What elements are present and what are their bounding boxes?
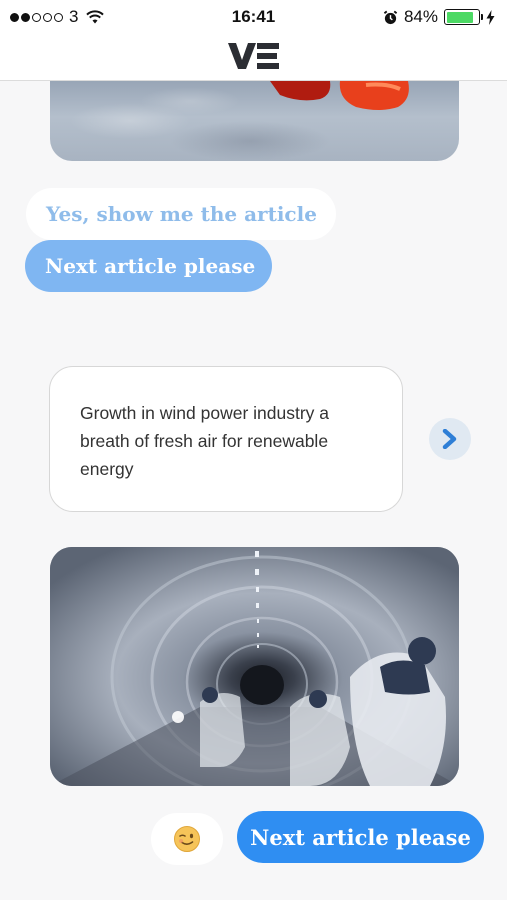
- app-header: [0, 32, 507, 81]
- chevron-right-icon: [442, 429, 457, 449]
- tunnel-photo: [50, 547, 459, 786]
- emoji-reply-button[interactable]: [151, 813, 223, 865]
- winking-face-icon: [174, 826, 200, 852]
- next-article-arrow[interactable]: [429, 418, 471, 460]
- logo-letter-e: [257, 43, 279, 69]
- status-right: 84%: [383, 7, 495, 27]
- reply-yes-button[interactable]: Yes, show me the article: [26, 188, 336, 240]
- article-title: Growth in wind power industry a breath o…: [80, 403, 329, 479]
- ve-logo: [228, 43, 279, 69]
- battery-icon: [444, 9, 483, 25]
- battery-percent: 84%: [403, 7, 438, 26]
- article-card[interactable]: Growth in wind power industry a breath o…: [49, 366, 403, 512]
- status-bar: 3 16:41 84%: [0, 0, 507, 32]
- alarm-icon: [383, 10, 398, 24]
- article-image[interactable]: [50, 547, 459, 786]
- battery-level: [446, 11, 473, 23]
- reply-next-button[interactable]: Next article please: [25, 240, 272, 292]
- user-message-next[interactable]: Next article please: [237, 811, 484, 863]
- red-shoe-graphic: [270, 81, 409, 110]
- logo-letter-v: [228, 43, 256, 69]
- article-image-previous[interactable]: [50, 81, 459, 161]
- bolt-icon: [486, 9, 495, 25]
